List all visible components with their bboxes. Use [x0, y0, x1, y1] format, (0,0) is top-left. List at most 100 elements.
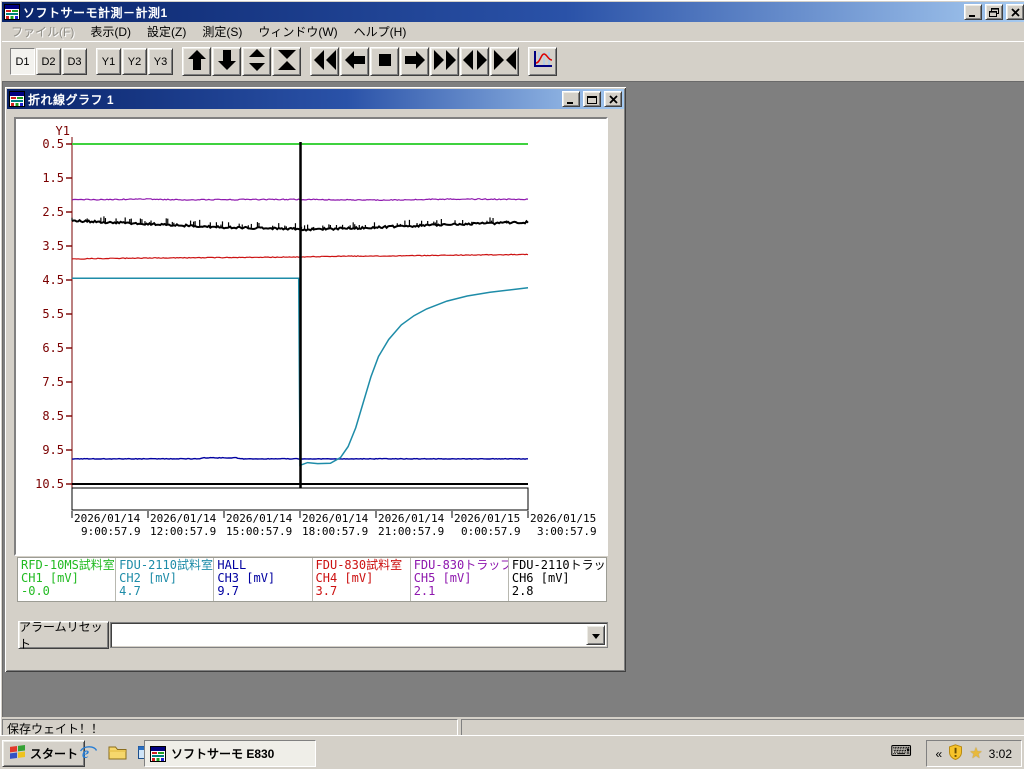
- close-button[interactable]: [1006, 4, 1024, 20]
- legend-channel-4: FDU-830試料室CH4 [mV]3.7: [313, 558, 411, 601]
- toolbar: D1D2D3 Y1Y2Y3: [2, 41, 1024, 81]
- tri-out-h-icon: [462, 47, 488, 76]
- legend-channel-1: RFD-10MS試料室CH1 [mV]-0.0: [18, 558, 116, 601]
- legend-channel-5: FDU-830トラップCH5 [mV]2.1: [411, 558, 509, 601]
- svg-text:2026/01/15: 2026/01/15: [530, 512, 596, 525]
- svg-text:2026/01/14: 2026/01/14: [74, 512, 141, 525]
- chart-plot[interactable]: 0.51.52.53.54.55.56.57.58.59.510.5Y12026…: [16, 119, 602, 550]
- toolbar-scroll-up-button[interactable]: [182, 47, 211, 76]
- svg-text:9:00:57.9: 9:00:57.9: [81, 525, 141, 538]
- alarm-reset-label: アラームリセット: [19, 618, 108, 652]
- app-icon: [150, 746, 166, 762]
- toolbar-graph-setup-button[interactable]: [528, 47, 557, 76]
- svg-text:12:00:57.9: 12:00:57.9: [150, 525, 216, 538]
- close-icon: [609, 95, 618, 104]
- graph-window-icon: [9, 91, 25, 107]
- menu-ウィンドウ[interactable]: ウィンドウ(W): [250, 21, 345, 42]
- tray-expand-chevron[interactable]: «: [936, 747, 943, 761]
- tri-in-v-icon: [274, 47, 300, 76]
- close-icon: [1011, 8, 1020, 17]
- toolbar-step-back-button[interactable]: [340, 47, 369, 76]
- channel-legend: RFD-10MS試料室CH1 [mV]-0.0FDU-2110試料室CH2 [m…: [17, 557, 607, 602]
- channel-value: 9.7: [217, 585, 308, 598]
- toolbar-step-forward-button[interactable]: [400, 47, 429, 76]
- svg-text:18:00:57.9: 18:00:57.9: [302, 525, 368, 538]
- toolbar-y1-button[interactable]: Y1: [96, 48, 121, 75]
- channel-value: 4.7: [119, 585, 210, 598]
- svg-text:6.5: 6.5: [42, 341, 64, 355]
- svg-text:15:00:57.9: 15:00:57.9: [226, 525, 292, 538]
- svg-text:2026/01/14: 2026/01/14: [302, 512, 369, 525]
- toolbar-y2-button[interactable]: Y2: [122, 48, 147, 75]
- menu-表示[interactable]: 表示(D): [82, 21, 139, 42]
- graph-titlebar[interactable]: 折れ線グラフ 1: [7, 89, 624, 109]
- channel-value: -0.0: [21, 585, 112, 598]
- legend-channel-6: FDU-2110トラップCH6 [mV]2.8: [509, 558, 606, 601]
- svg-text:2026/01/14: 2026/01/14: [226, 512, 293, 525]
- line-chart[interactable]: 0.51.52.53.54.55.56.57.58.59.510.5Y12026…: [14, 117, 608, 556]
- toolbar-d2-button[interactable]: D2: [36, 48, 61, 75]
- toolbar-scroll-down-button[interactable]: [212, 47, 241, 76]
- main-titlebar[interactable]: ソフトサーモ計測－計測1: [2, 2, 1024, 22]
- toolbar-y3-button[interactable]: Y3: [148, 48, 173, 75]
- toolbar-expand-vertical-button[interactable]: [242, 47, 271, 76]
- minimize-icon: [968, 8, 978, 17]
- combobox-dropdown-button[interactable]: [586, 625, 605, 645]
- toolbar-d1-button[interactable]: D1: [10, 48, 35, 75]
- menu-ヘルプ[interactable]: ヘルプ(H): [346, 21, 415, 42]
- status-text: 保存ウェイト！！: [7, 720, 103, 737]
- tri-out-v-icon: [244, 47, 270, 76]
- svg-text:5.5: 5.5: [42, 307, 64, 321]
- svg-text:2026/01/14: 2026/01/14: [378, 512, 445, 525]
- minimize-button[interactable]: [964, 4, 982, 20]
- security-shield-icon[interactable]: [948, 744, 963, 763]
- svg-text:Y1: Y1: [56, 124, 70, 138]
- star-tray-icon[interactable]: ★: [969, 746, 982, 761]
- app-window: ソフトサーモ計測－計測1 ファイル(F)表示(D)設定(Z)測定(S)ウィンドウ…: [0, 0, 1024, 739]
- mdi-workspace: 折れ線グラフ 1 0.51.52.53.54.55.56.57.58.59.51…: [2, 81, 1024, 717]
- svg-text:21:00:57.9: 21:00:57.9: [378, 525, 444, 538]
- svg-text:3:00:57.9: 3:00:57.9: [537, 525, 597, 538]
- svg-text:2026/01/15: 2026/01/15: [454, 512, 520, 525]
- toolbar-jump-start-button[interactable]: [310, 47, 339, 76]
- alarm-message-combobox[interactable]: [110, 622, 608, 648]
- graph-window: 折れ線グラフ 1 0.51.52.53.54.55.56.57.58.59.51…: [5, 87, 626, 672]
- menu-設定[interactable]: 設定(Z): [139, 21, 194, 42]
- svg-text:4.5: 4.5: [42, 273, 64, 287]
- graph-minimize-button[interactable]: [562, 91, 580, 107]
- svg-text:1.5: 1.5: [42, 171, 64, 185]
- system-tray: « ★ 3:02: [926, 740, 1023, 767]
- folder-icon[interactable]: [107, 742, 127, 762]
- task-button-label: ソフトサーモ E830: [171, 745, 274, 762]
- alarm-reset-button[interactable]: アラームリセット: [18, 621, 109, 649]
- graph-client-area: 0.51.52.53.54.55.56.57.58.59.510.5Y12026…: [7, 109, 624, 670]
- taskbar-clock: 3:02: [989, 747, 1012, 761]
- menu-測定[interactable]: 測定(S): [194, 21, 250, 42]
- arrow-left-icon: [342, 47, 368, 76]
- arrow-right-icon: [402, 47, 428, 76]
- chevron-down-icon: [592, 626, 600, 644]
- graph-close-button[interactable]: [604, 91, 622, 107]
- channel-value: 2.8: [512, 585, 603, 598]
- graph-window-title: 折れ線グラフ 1: [28, 91, 559, 108]
- toolbar-jump-end-button[interactable]: [430, 47, 459, 76]
- toolbar-expand-horizontal-button[interactable]: [460, 47, 489, 76]
- toolbar-stop-button[interactable]: [370, 47, 399, 76]
- toolbar-compress-vertical-button[interactable]: [272, 47, 301, 76]
- alarm-message-field: [111, 623, 584, 647]
- start-button[interactable]: スタート: [2, 740, 85, 767]
- taskbar-task-button[interactable]: ソフトサーモ E830: [144, 740, 316, 767]
- graph-maximize-button[interactable]: [583, 91, 601, 107]
- keyboard-layout-icon[interactable]: ⌨: [890, 744, 912, 759]
- channel-value: 3.7: [316, 585, 407, 598]
- toolbar-compress-horizontal-button[interactable]: [490, 47, 519, 76]
- chart-icon: [532, 50, 554, 73]
- menu-ファイル[interactable]: ファイル(F): [3, 21, 82, 42]
- restore-button[interactable]: [985, 4, 1003, 20]
- svg-text:10.5: 10.5: [35, 477, 64, 491]
- internet-explorer-icon[interactable]: e: [78, 742, 98, 762]
- svg-text:0:00:57.9: 0:00:57.9: [461, 525, 521, 538]
- svg-text:3.5: 3.5: [42, 239, 64, 253]
- toolbar-d3-button[interactable]: D3: [62, 48, 87, 75]
- svg-text:2026/01/14: 2026/01/14: [150, 512, 217, 525]
